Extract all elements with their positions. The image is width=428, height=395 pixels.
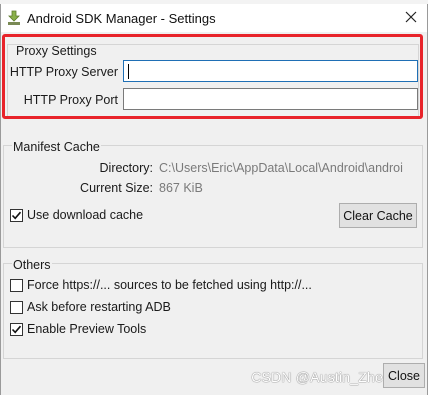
checkbox-checked-icon: [10, 322, 23, 336]
enable-preview-tools-checkbox[interactable]: Enable Preview Tools: [10, 322, 146, 336]
watermark: CSDN @Austin_Zhe: [251, 369, 383, 385]
http-proxy-port-label: HTTP Proxy Port: [23, 93, 118, 107]
checkbox-checked-icon: [10, 208, 23, 222]
close-button[interactable]: Close: [383, 363, 425, 388]
force-https-checkbox[interactable]: Force https://... sources to be fetched …: [10, 278, 312, 292]
current-size-label: Current Size:: [80, 181, 153, 195]
directory-value: C:\Users\Eric\AppData\Local\Android\andr…: [159, 161, 403, 175]
manifest-cache-title: Manifest Cache: [12, 140, 101, 154]
enable-preview-tools-label: Enable Preview Tools: [27, 322, 147, 336]
directory-label: Directory:: [99, 161, 153, 175]
force-https-label: Force https://... sources to be fetched …: [27, 278, 312, 292]
settings-dialog: Android SDK Manager - Settings Proxy Set…: [0, 4, 428, 395]
background-window-text: ander: [0, 0, 28, 3]
http-proxy-server-input[interactable]: [123, 60, 418, 82]
checkbox-unchecked-icon: [10, 300, 23, 314]
others-title: Others: [12, 258, 52, 272]
clear-cache-button[interactable]: Clear Cache: [339, 203, 417, 228]
use-download-cache-label: Use download cache: [27, 208, 144, 222]
use-download-cache-checkbox[interactable]: Use download cache: [10, 208, 143, 222]
checkbox-unchecked-icon: [10, 278, 23, 292]
text-caret: [128, 64, 129, 79]
window-title: Android SDK Manager - Settings: [27, 10, 216, 26]
ask-before-restart-label: Ask before restarting ADB: [27, 300, 171, 314]
http-proxy-server-label: HTTP Proxy Server: [9, 65, 118, 79]
close-icon[interactable]: [403, 9, 419, 25]
ask-before-restart-checkbox[interactable]: Ask before restarting ADB: [10, 300, 171, 314]
http-proxy-port-input[interactable]: [123, 88, 418, 110]
android-sdk-download-icon: [7, 10, 21, 26]
title-bar: Android SDK Manager - Settings: [1, 4, 427, 32]
proxy-settings-title: Proxy Settings: [16, 44, 97, 58]
current-size-value: 867 KiB: [159, 181, 203, 195]
